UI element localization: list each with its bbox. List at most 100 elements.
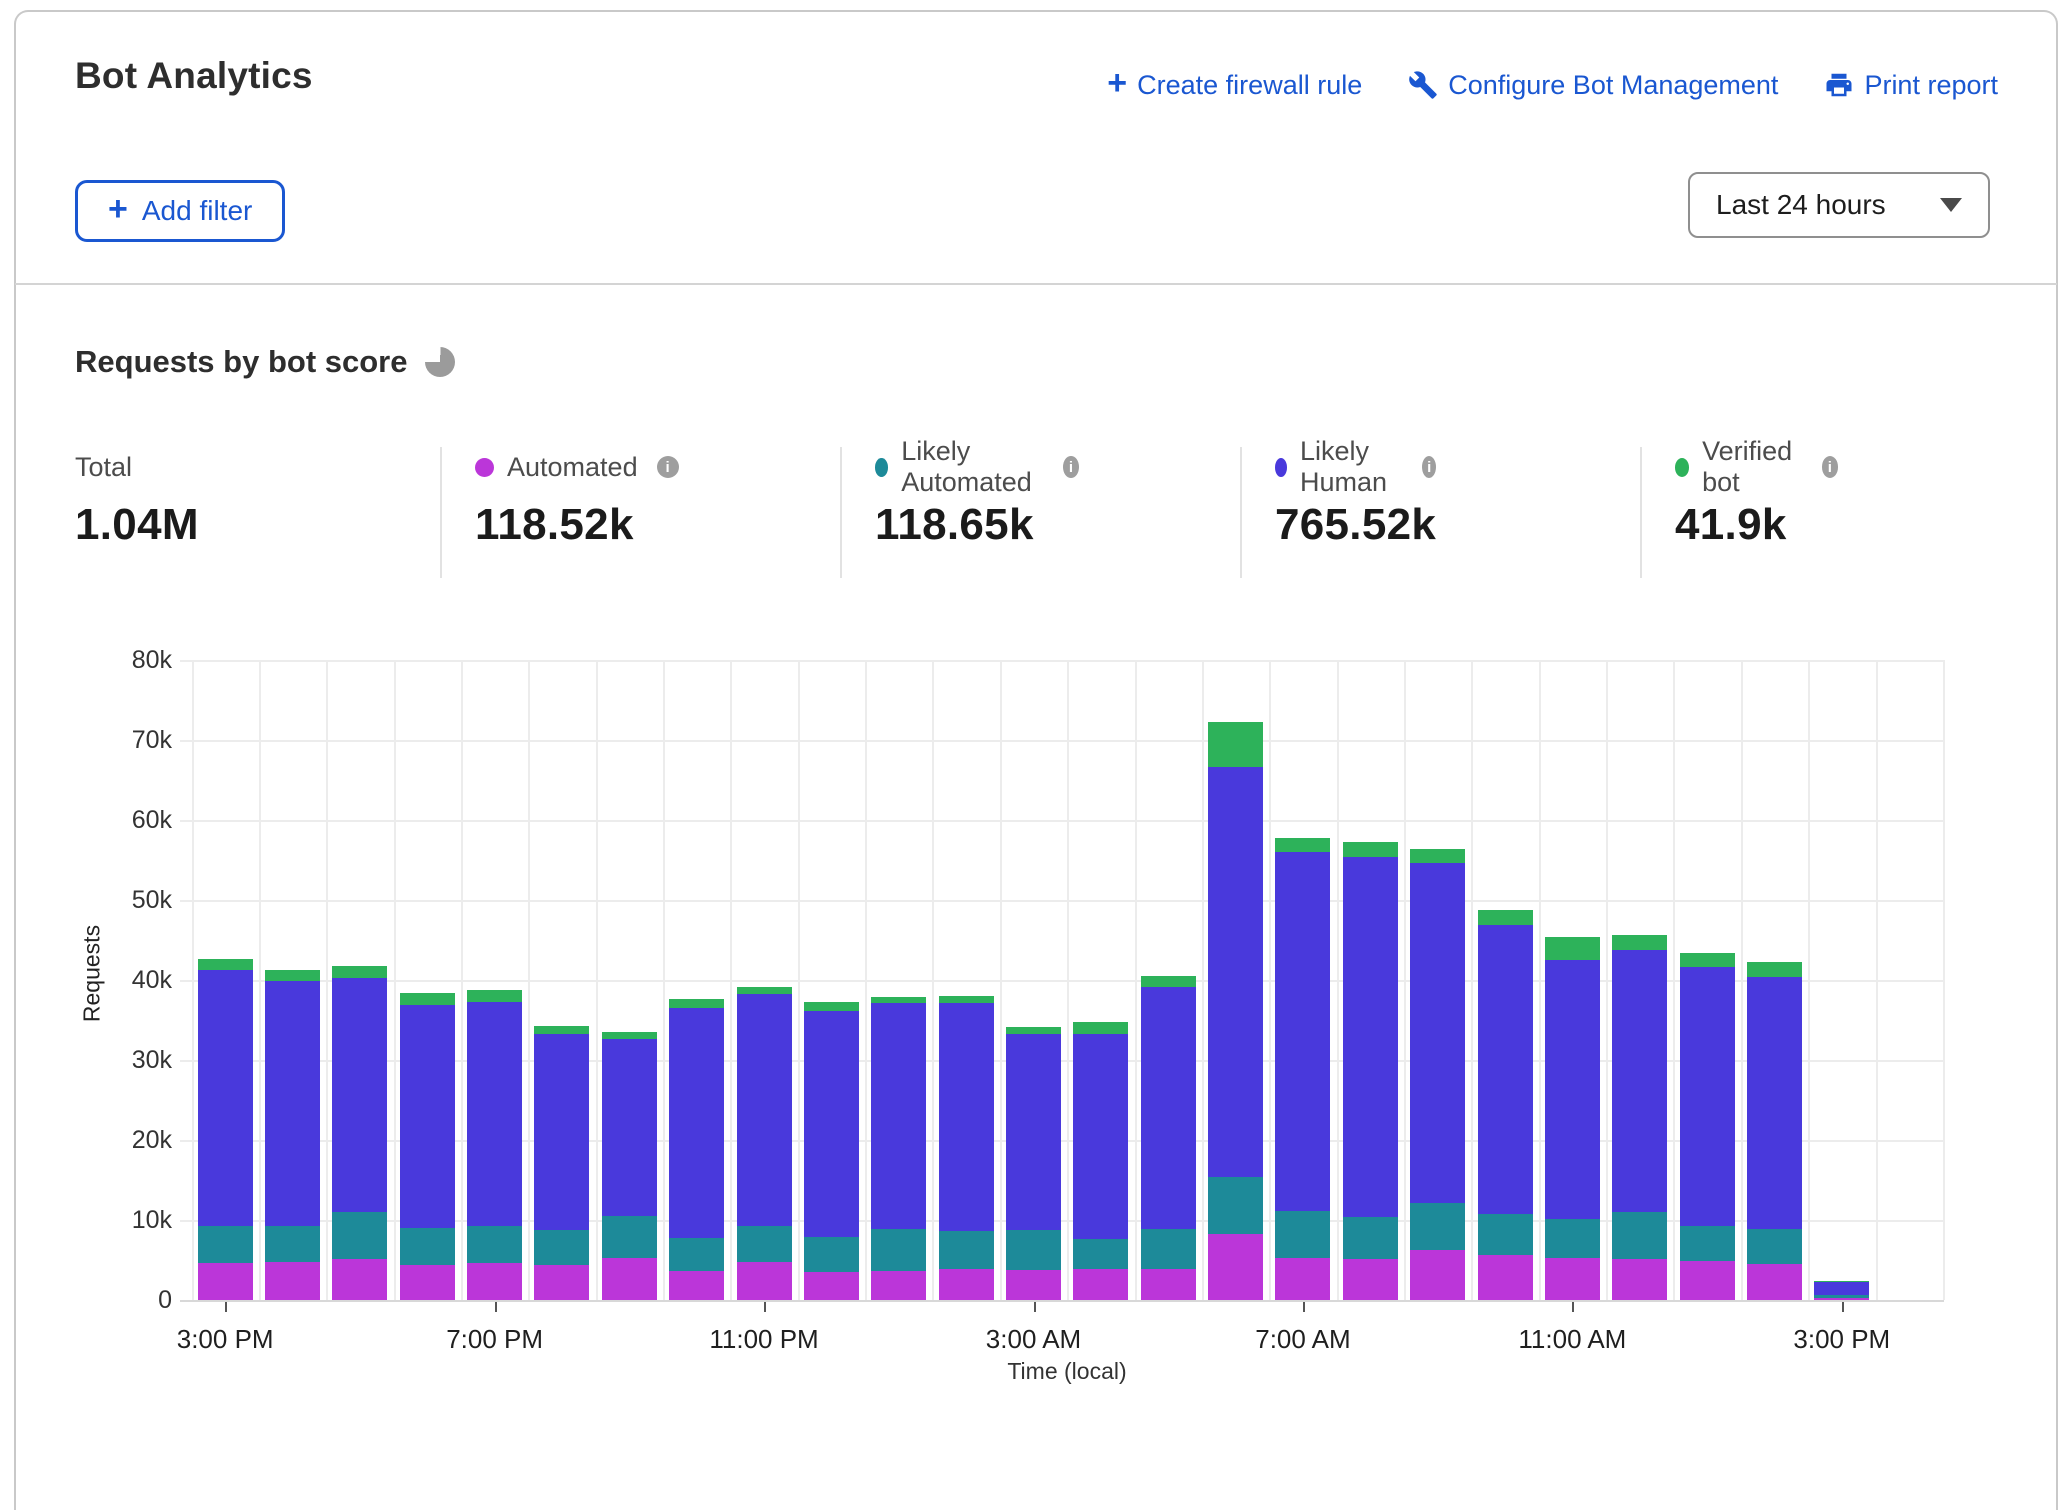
bar-segment-likely-automated[interactable] (1208, 1177, 1263, 1234)
bar-2:00 PM[interactable] (1747, 962, 1802, 1300)
bar-segment-verified-bot[interactable] (1208, 722, 1263, 767)
bar-1:00 PM[interactable] (1680, 953, 1735, 1300)
bar-segment-likely-automated[interactable] (534, 1230, 589, 1265)
bar-segment-likely-human[interactable] (1343, 857, 1398, 1217)
bar-12:00 PM[interactable] (1612, 935, 1667, 1300)
bar-10:00 AM[interactable] (1478, 910, 1533, 1300)
bar-segment-likely-automated[interactable] (1141, 1229, 1196, 1269)
bar-segment-likely-human[interactable] (1478, 925, 1533, 1215)
bar-7:00 PM[interactable] (467, 990, 522, 1300)
bar-1:00 AM[interactable] (871, 997, 926, 1300)
bar-segment-automated[interactable] (198, 1263, 253, 1300)
bar-12:00 AM[interactable] (804, 1002, 859, 1300)
bar-segment-likely-automated[interactable] (1680, 1226, 1735, 1260)
bar-segment-automated[interactable] (1680, 1261, 1735, 1300)
bar-segment-verified-bot[interactable] (737, 987, 792, 994)
bar-segment-automated[interactable] (1814, 1298, 1869, 1300)
bar-segment-likely-human[interactable] (737, 994, 792, 1225)
bar-segment-verified-bot[interactable] (669, 999, 724, 1008)
bar-2:00 AM[interactable] (939, 996, 994, 1300)
bar-segment-automated[interactable] (669, 1271, 724, 1300)
bar-segment-likely-human[interactable] (1073, 1034, 1128, 1240)
bar-segment-verified-bot[interactable] (1343, 842, 1398, 856)
bar-segment-likely-automated[interactable] (669, 1238, 724, 1272)
bar-segment-verified-bot[interactable] (467, 990, 522, 1001)
bar-segment-automated[interactable] (467, 1263, 522, 1300)
bar-11:00 AM[interactable] (1545, 937, 1600, 1300)
bar-segment-likely-human[interactable] (669, 1008, 724, 1238)
bar-segment-automated[interactable] (1343, 1259, 1398, 1300)
bar-segment-likely-human[interactable] (939, 1003, 994, 1231)
bar-segment-verified-bot[interactable] (534, 1026, 589, 1034)
bar-4:00 AM[interactable] (1073, 1022, 1128, 1300)
bar-segment-verified-bot[interactable] (1141, 976, 1196, 987)
bar-segment-likely-human[interactable] (1275, 852, 1330, 1211)
bar-segment-likely-automated[interactable] (467, 1226, 522, 1264)
bar-3:00 PM[interactable] (198, 959, 253, 1300)
bar-8:00 PM[interactable] (534, 1026, 589, 1300)
bar-5:00 AM[interactable] (1141, 976, 1196, 1300)
bar-segment-automated[interactable] (1545, 1258, 1600, 1300)
bar-segment-likely-human[interactable] (1680, 967, 1735, 1226)
bar-segment-verified-bot[interactable] (804, 1002, 859, 1011)
bar-segment-likely-human[interactable] (1141, 987, 1196, 1229)
bar-segment-likely-human[interactable] (467, 1002, 522, 1226)
bar-segment-automated[interactable] (1141, 1269, 1196, 1300)
bar-segment-likely-human[interactable] (400, 1005, 455, 1228)
bar-segment-automated[interactable] (1747, 1264, 1802, 1300)
bar-segment-verified-bot[interactable] (1073, 1022, 1128, 1033)
bar-segment-verified-bot[interactable] (939, 996, 994, 1003)
bar-segment-verified-bot[interactable] (400, 993, 455, 1005)
bar-10:00 PM[interactable] (669, 999, 724, 1300)
bar-segment-likely-automated[interactable] (1073, 1239, 1128, 1269)
bar-segment-automated[interactable] (332, 1259, 387, 1300)
bar-segment-verified-bot[interactable] (332, 966, 387, 978)
bar-segment-likely-human[interactable] (1545, 960, 1600, 1219)
bar-segment-automated[interactable] (1612, 1259, 1667, 1300)
bar-segment-likely-human[interactable] (1747, 977, 1802, 1229)
bar-segment-likely-human[interactable] (1208, 767, 1263, 1177)
bar-segment-likely-automated[interactable] (1343, 1217, 1398, 1259)
bar-segment-automated[interactable] (939, 1269, 994, 1300)
bar-segment-likely-human[interactable] (1612, 950, 1667, 1212)
bar-segment-likely-automated[interactable] (737, 1226, 792, 1263)
bar-segment-likely-human[interactable] (602, 1039, 657, 1216)
bar-segment-automated[interactable] (534, 1265, 589, 1300)
bar-segment-automated[interactable] (1478, 1255, 1533, 1300)
bar-segment-automated[interactable] (737, 1262, 792, 1300)
bar-segment-likely-automated[interactable] (602, 1216, 657, 1258)
bar-segment-likely-human[interactable] (534, 1034, 589, 1230)
bar-4:00 PM[interactable] (265, 970, 320, 1300)
bar-segment-automated[interactable] (1073, 1269, 1128, 1300)
bar-segment-likely-automated[interactable] (871, 1229, 926, 1271)
bar-segment-verified-bot[interactable] (1612, 935, 1667, 949)
bar-segment-automated[interactable] (1275, 1258, 1330, 1300)
bar-segment-automated[interactable] (602, 1258, 657, 1300)
bar-segment-verified-bot[interactable] (1680, 953, 1735, 967)
bar-9:00 PM[interactable] (602, 1032, 657, 1300)
bar-7:00 AM[interactable] (1275, 838, 1330, 1300)
bar-segment-likely-automated[interactable] (1612, 1212, 1667, 1259)
bar-segment-automated[interactable] (1208, 1234, 1263, 1300)
bar-segment-verified-bot[interactable] (265, 970, 320, 980)
bar-segment-automated[interactable] (400, 1265, 455, 1300)
bar-segment-likely-automated[interactable] (1006, 1230, 1061, 1269)
bar-segment-verified-bot[interactable] (1275, 838, 1330, 852)
bar-6:00 AM[interactable] (1208, 722, 1263, 1300)
bar-segment-automated[interactable] (804, 1272, 859, 1300)
bar-segment-automated[interactable] (871, 1271, 926, 1300)
bar-segment-likely-automated[interactable] (1747, 1229, 1802, 1264)
bar-segment-likely-human[interactable] (265, 981, 320, 1226)
bar-segment-verified-bot[interactable] (1478, 910, 1533, 925)
bar-6:00 PM[interactable] (400, 993, 455, 1300)
bar-segment-automated[interactable] (1006, 1270, 1061, 1300)
bar-segment-verified-bot[interactable] (602, 1032, 657, 1039)
bar-segment-likely-automated[interactable] (265, 1226, 320, 1263)
bar-segment-likely-human[interactable] (1006, 1034, 1061, 1231)
bar-8:00 AM[interactable] (1343, 842, 1398, 1300)
bar-segment-likely-automated[interactable] (1410, 1203, 1465, 1250)
bar-segment-likely-automated[interactable] (939, 1231, 994, 1269)
bar-11:00 PM[interactable] (737, 987, 792, 1300)
bar-segment-likely-human[interactable] (198, 970, 253, 1227)
bar-3:00 PM[interactable] (1814, 1281, 1869, 1300)
